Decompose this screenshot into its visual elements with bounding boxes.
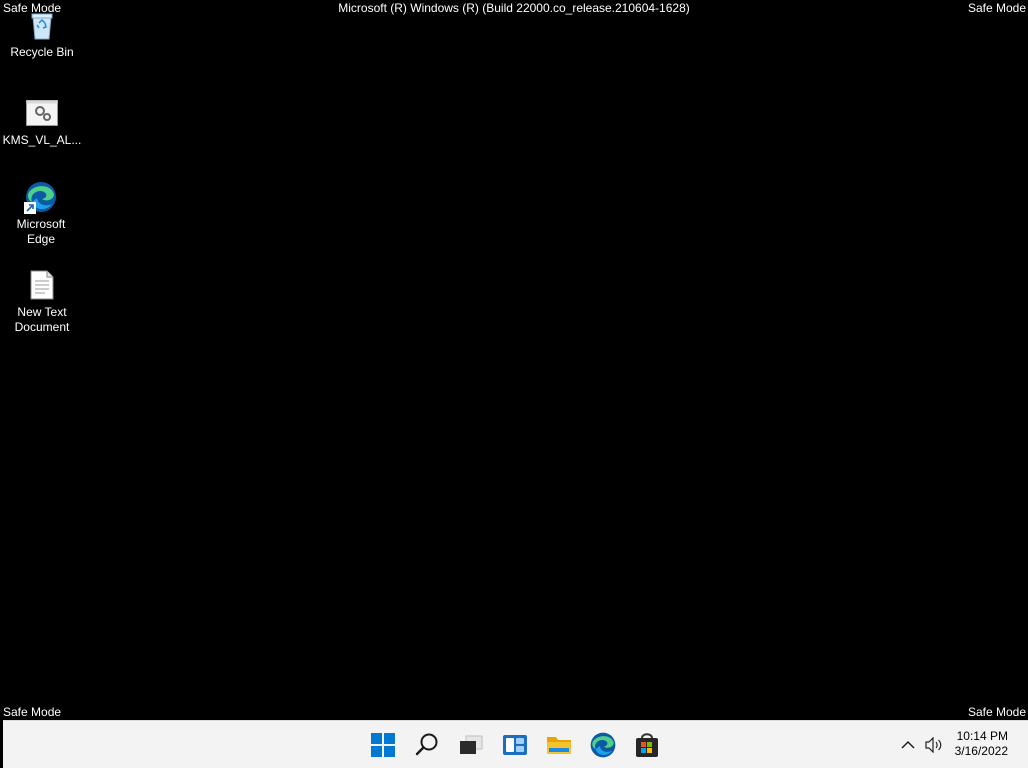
task-view-button[interactable] [455,729,487,761]
desktop-icon-microsoft-edge[interactable]: Microsoft Edge [1,180,81,247]
task-view-icon [460,735,483,754]
edge-icon [590,732,616,758]
file-explorer-button[interactable] [543,729,575,761]
store-button[interactable] [631,729,663,761]
taskbar: 10:14 PM 3/16/2022 [3,720,1028,768]
desktop-icon-label: New Text Document [14,305,70,334]
start-button[interactable] [367,729,399,761]
store-icon [636,733,658,757]
widgets-button[interactable] [499,729,531,761]
clock-time: 10:14 PM [956,729,1008,743]
widgets-icon [503,735,527,755]
search-icon [415,733,438,756]
settings-file-icon [25,96,59,130]
build-info-text: Microsoft (R) Windows (R) (Build 22000.c… [338,1,690,15]
desktop-icon-new-text-document[interactable]: New Text Document [2,268,82,335]
safe-mode-label-bottom-left: Safe Mode [3,705,62,719]
volume-button[interactable] [921,734,947,756]
desktop-icon-recycle-bin[interactable]: Recycle Bin [2,8,82,60]
volume-icon [925,736,942,753]
folder-icon [547,737,571,754]
desktop-icon-label: Microsoft Edge [16,217,66,246]
chevron-up-icon [901,740,915,749]
edge-icon [24,180,58,214]
desktop-icon-label: KMS_VL_AL... [2,133,82,147]
desktop[interactable]: Microsoft (R) Windows (R) (Build 22000.c… [0,0,1028,720]
system-tray [897,721,947,768]
windows-logo-icon [371,733,395,757]
desktop-icon-label: Recycle Bin [10,45,74,59]
search-button[interactable] [411,729,443,761]
safe-mode-label-bottom-right: Safe Mode [967,705,1026,719]
safe-mode-label-top-right: Safe Mode [967,1,1026,15]
edge-taskbar-button[interactable] [587,729,619,761]
text-document-icon [25,268,59,302]
clock-date: 3/16/2022 [954,744,1008,758]
desktop-icon-kms[interactable]: KMS_VL_AL... [2,96,82,148]
safe-mode-label-top-left: Safe Mode [3,1,62,15]
taskbar-clock[interactable]: 10:14 PM 3/16/2022 [955,729,1008,759]
show-hidden-icons-button[interactable] [897,734,919,756]
